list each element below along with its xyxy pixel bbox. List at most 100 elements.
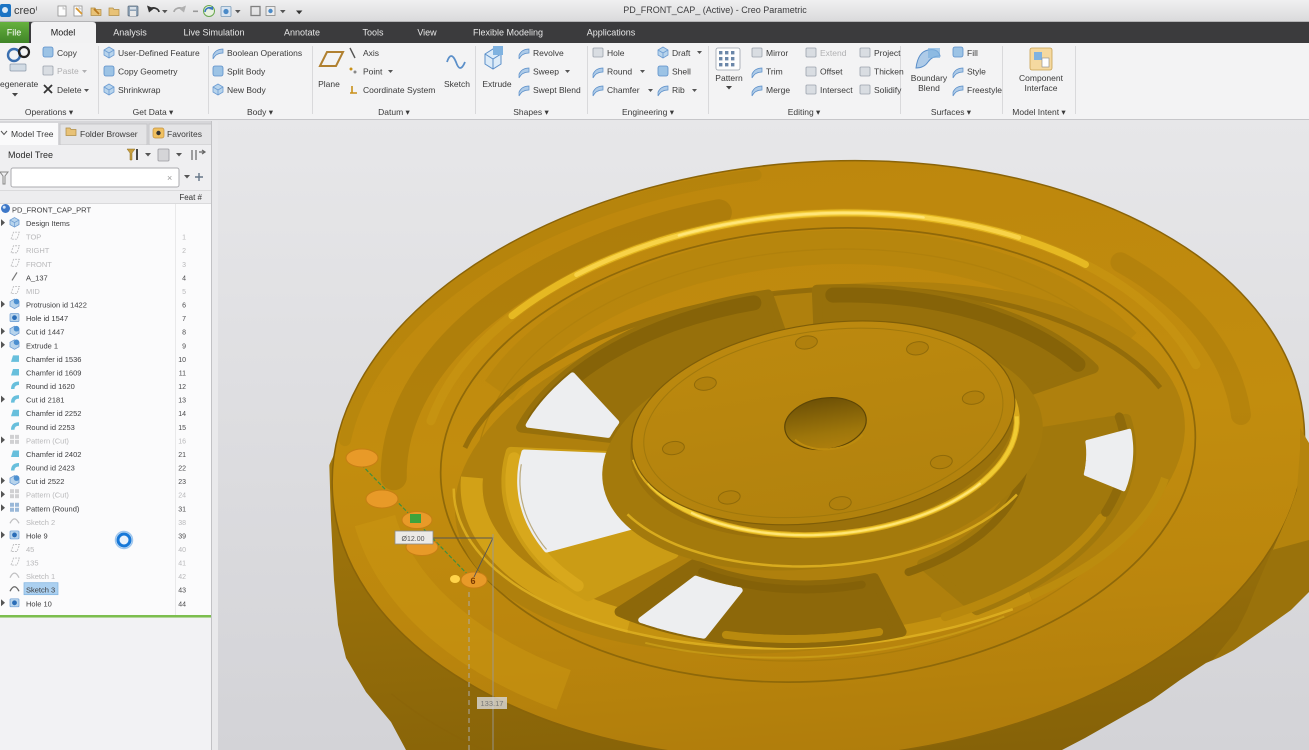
svg-text:Component: Component — [1019, 73, 1064, 83]
svg-text:PD_FRONT_CAP_PRT: PD_FRONT_CAP_PRT — [12, 206, 91, 215]
svg-text:Applications: Applications — [587, 28, 636, 38]
svg-text:Ø12.00: Ø12.00 — [402, 536, 425, 543]
svg-text:Plane: Plane — [318, 79, 340, 89]
svg-text:Coordinate System: Coordinate System — [363, 85, 435, 95]
svg-text:6: 6 — [182, 303, 186, 310]
svg-text:Fill: Fill — [967, 48, 978, 58]
svg-text:31: 31 — [178, 506, 186, 513]
svg-text:Shrinkwrap: Shrinkwrap — [118, 85, 161, 95]
svg-text:Blend: Blend — [918, 83, 940, 93]
svg-text:Style: Style — [967, 67, 986, 77]
svg-text:Boundary: Boundary — [911, 73, 948, 83]
svg-text:PD_FRONT_CAP_ (Active) - Creo: PD_FRONT_CAP_ (Active) - Creo Parametric — [623, 5, 807, 15]
svg-text:Point: Point — [363, 67, 383, 77]
svg-text:Chamfer id 1536: Chamfer id 1536 — [26, 355, 81, 364]
svg-text:Round id 1620: Round id 1620 — [26, 382, 75, 391]
svg-text:Intersect: Intersect — [820, 85, 853, 95]
svg-text:A_137: A_137 — [26, 273, 48, 282]
svg-text:Rib: Rib — [672, 85, 685, 95]
svg-text:File: File — [7, 28, 22, 38]
svg-text:Project: Project — [874, 48, 901, 58]
svg-text:Trim: Trim — [766, 67, 783, 77]
svg-text:Shapes ▾: Shapes ▾ — [513, 107, 549, 117]
svg-text:24: 24 — [178, 493, 186, 500]
svg-text:14: 14 — [178, 411, 186, 418]
svg-text:Sketch 2: Sketch 2 — [26, 518, 55, 527]
svg-text:Operations ▾: Operations ▾ — [25, 107, 74, 117]
svg-text:39: 39 — [178, 533, 186, 540]
svg-text:11: 11 — [179, 371, 186, 378]
svg-text:Protrusion id 1422: Protrusion id 1422 — [26, 301, 87, 310]
svg-text:Hole 10: Hole 10 — [26, 599, 52, 608]
svg-text:Chamfer id 1609: Chamfer id 1609 — [26, 369, 81, 378]
svg-text:Freestyle: Freestyle — [967, 85, 1002, 95]
svg-text:43: 43 — [178, 588, 186, 595]
svg-text:Delete: Delete — [57, 85, 82, 95]
svg-text:Round id 2423: Round id 2423 — [26, 464, 75, 473]
svg-text:Flexible Modeling: Flexible Modeling — [473, 28, 543, 38]
svg-text:Pattern (Cut): Pattern (Cut) — [26, 436, 69, 445]
svg-text:Chamfer id 2252: Chamfer id 2252 — [26, 409, 81, 418]
svg-text:23: 23 — [178, 479, 186, 486]
svg-text:21: 21 — [178, 452, 186, 459]
svg-text:12: 12 — [178, 384, 186, 391]
svg-text:Round id 2253: Round id 2253 — [26, 423, 75, 432]
svg-text:Feat #: Feat # — [179, 193, 202, 202]
svg-text:Swept Blend: Swept Blend — [533, 85, 581, 95]
svg-text:Axis: Axis — [363, 48, 379, 58]
svg-text:10: 10 — [178, 357, 186, 364]
svg-text:Hole 9: Hole 9 — [26, 531, 48, 540]
svg-text:Extend: Extend — [820, 48, 847, 58]
svg-text:Engineering ▾: Engineering ▾ — [622, 107, 675, 117]
svg-text:8: 8 — [182, 330, 186, 337]
svg-text:Chamfer: Chamfer — [607, 85, 640, 95]
svg-text:×: × — [167, 173, 172, 183]
svg-text:Sketch 1: Sketch 1 — [26, 572, 55, 581]
svg-text:Cut id 1447: Cut id 1447 — [26, 328, 64, 337]
svg-text:New Body: New Body — [227, 85, 266, 95]
svg-text:42: 42 — [178, 574, 186, 581]
svg-text:16: 16 — [178, 438, 186, 445]
svg-text:45: 45 — [26, 545, 34, 554]
svg-text:Analysis: Analysis — [113, 28, 147, 38]
svg-text:Surfaces ▾: Surfaces ▾ — [931, 107, 972, 117]
svg-text:22: 22 — [178, 466, 186, 473]
svg-text:Paste: Paste — [57, 66, 79, 76]
svg-text:Pattern (Cut): Pattern (Cut) — [26, 491, 69, 500]
svg-text:Split Body: Split Body — [227, 67, 266, 77]
svg-text:Editing ▾: Editing ▾ — [788, 107, 821, 117]
svg-text:View: View — [417, 28, 437, 38]
svg-text:Offset: Offset — [820, 67, 843, 77]
svg-text:Hole: Hole — [607, 48, 625, 58]
svg-text:4: 4 — [182, 275, 186, 282]
svg-text:Cut id 2522: Cut id 2522 — [26, 477, 64, 486]
svg-text:40: 40 — [178, 547, 186, 554]
svg-text:User-Defined Feature: User-Defined Feature — [118, 48, 200, 58]
svg-text:Sketch: Sketch — [444, 79, 470, 89]
svg-text:Sweep: Sweep — [533, 67, 559, 77]
svg-text:Datum ▾: Datum ▾ — [378, 107, 410, 117]
svg-text:Pattern: Pattern — [715, 73, 743, 83]
svg-text:9: 9 — [182, 343, 186, 350]
svg-text:6: 6 — [470, 576, 475, 586]
svg-text:Hole id 1547: Hole id 1547 — [26, 314, 68, 323]
svg-text:1: 1 — [182, 235, 186, 242]
svg-text:41: 41 — [178, 561, 186, 568]
svg-text:Annotate: Annotate — [284, 28, 320, 38]
svg-text:Revolve: Revolve — [533, 48, 564, 58]
svg-text:Merge: Merge — [766, 85, 790, 95]
svg-text:RIGHT: RIGHT — [26, 246, 50, 255]
svg-text:Draft: Draft — [672, 48, 691, 58]
svg-text:Favorites: Favorites — [167, 129, 202, 139]
svg-text:Get Data ▾: Get Data ▾ — [133, 107, 174, 117]
svg-text:Cut id 2181: Cut id 2181 — [26, 396, 64, 405]
svg-text:Mirror: Mirror — [766, 48, 788, 58]
svg-text:Model Tree: Model Tree — [11, 129, 54, 139]
svg-text:Pattern (Round): Pattern (Round) — [26, 504, 80, 513]
svg-text:Chamfer id 2402: Chamfer id 2402 — [26, 450, 81, 459]
svg-text:Copy: Copy — [57, 48, 78, 58]
svg-text:Tools: Tools — [362, 28, 384, 38]
svg-text:Folder Browser: Folder Browser — [80, 129, 138, 139]
svg-text:Model Intent ▾: Model Intent ▾ — [1012, 107, 1066, 117]
svg-text:2: 2 — [182, 248, 186, 255]
